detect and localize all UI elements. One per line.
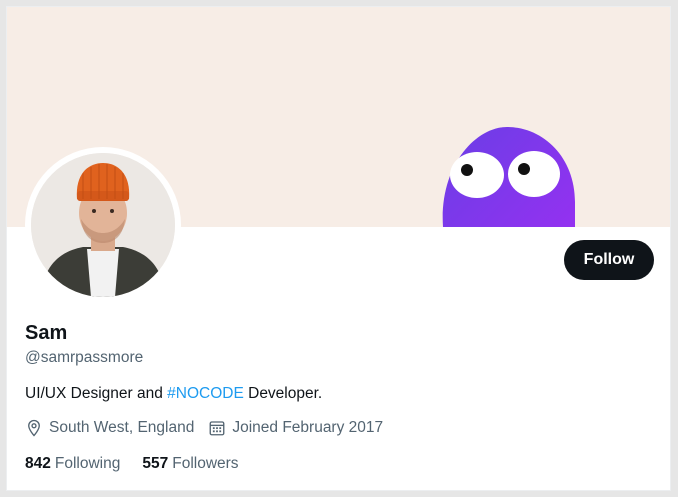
- followers-link[interactable]: 557 Followers: [142, 455, 238, 473]
- avatar-ring[interactable]: [25, 147, 181, 303]
- profile-name: Sam: [25, 322, 68, 344]
- following-count: 842: [25, 455, 51, 472]
- location-item: South West, England: [25, 419, 194, 437]
- profile-card: Follow Sam @samrpassmore UI/UX Designer …: [6, 6, 671, 491]
- profile-stats: 842 Following 557 Followers: [25, 455, 261, 473]
- location-text: South West, England: [49, 419, 195, 436]
- profile-handle: @samrpassmore: [25, 349, 144, 366]
- following-label: Following: [54, 455, 121, 472]
- purple-mascot-icon: [442, 127, 575, 227]
- location-pin-icon: [28, 419, 40, 437]
- followers-label: Followers: [172, 455, 239, 472]
- bio-text-suffix: Developer.: [243, 385, 323, 402]
- bio-hashtag-link[interactable]: #NOCODE: [167, 385, 244, 402]
- bio-text-prefix: UI/UX Designer and: [25, 385, 168, 402]
- joined-item: Joined February 2017: [208, 419, 383, 437]
- avatar-portrait: [31, 153, 175, 297]
- profile-meta: South West, England Joined February 2017: [25, 419, 397, 437]
- followers-count: 557: [142, 455, 169, 472]
- avatar[interactable]: [31, 153, 175, 297]
- calendar-icon: [209, 421, 225, 436]
- joined-text: Joined February 2017: [232, 419, 384, 436]
- profile-bio: UI/UX Designer and #NOCODE Developer.: [25, 385, 322, 403]
- following-link[interactable]: 842 Following: [25, 455, 120, 473]
- follow-button[interactable]: Follow: [564, 240, 654, 280]
